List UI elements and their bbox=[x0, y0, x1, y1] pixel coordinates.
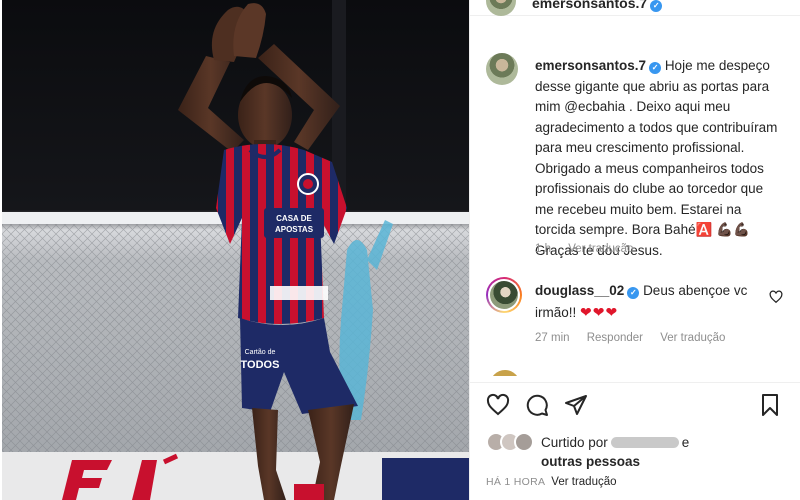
post-header: emersonsantos.7 ✓ bbox=[470, 0, 800, 16]
comment-hearts: ❤❤❤ bbox=[580, 303, 619, 320]
shorts-sponsor-line2: TODOS bbox=[241, 359, 280, 371]
shirt-sponsor-line1: CASA DE bbox=[276, 214, 312, 223]
football-player-image: CASA DE APOSTAS Cartão de TODOS bbox=[2, 0, 469, 500]
author-username[interactable]: emersonsantos.7 bbox=[532, 0, 647, 11]
verified-icon: ✓ bbox=[627, 287, 640, 299]
comment-avatar[interactable] bbox=[490, 281, 518, 309]
comment-username[interactable]: douglass__02 bbox=[535, 283, 624, 298]
verified-icon: ✓ bbox=[649, 62, 662, 74]
comment-body: douglass__02 ✓ Deus abençoe vc irmão!! ❤❤… bbox=[535, 281, 760, 323]
save-icon[interactable] bbox=[758, 393, 782, 417]
caption-username[interactable]: emersonsantos.7 bbox=[535, 58, 646, 73]
comment-time: 27 min bbox=[535, 332, 570, 344]
comment-translate-link[interactable]: Ver tradução bbox=[660, 332, 725, 344]
caption-avatar[interactable] bbox=[486, 53, 518, 85]
post-timestamp: HÁ 1 HORA bbox=[486, 476, 546, 488]
author-username-row[interactable]: emersonsantos.7 ✓ bbox=[532, 0, 663, 12]
caption-body: emersonsantos.7 ✓ Hoje me despeço desse g… bbox=[535, 56, 785, 261]
post-translate-link[interactable]: Ver tradução bbox=[551, 476, 616, 488]
next-comment-peek bbox=[490, 370, 790, 376]
liker-avatars[interactable] bbox=[486, 432, 538, 452]
likes-conjunction: e bbox=[681, 435, 690, 450]
likes-others-link[interactable]: outras pessoas bbox=[541, 454, 640, 469]
likes-text: Curtido por e outras pessoas bbox=[541, 433, 791, 471]
likes-summary: Curtido por e outras pessoas bbox=[486, 431, 796, 471]
post-photo[interactable]: CASA DE APOSTAS Cartão de TODOS bbox=[2, 0, 469, 500]
liker-name-blurred[interactable] bbox=[610, 437, 679, 448]
post-timestamp-row: HÁ 1 HORA Ver tradução bbox=[486, 476, 617, 488]
caption-time: 1 h bbox=[535, 243, 551, 255]
caption-translate-link[interactable]: Ver tradução bbox=[568, 243, 633, 255]
post-side-panel: emersonsantos.7 ✓ emersonsantos.7 ✓ Hoje m… bbox=[469, 0, 800, 500]
comment-reply-link[interactable]: Responder bbox=[587, 332, 643, 344]
author-avatar[interactable] bbox=[486, 0, 516, 16]
caption-text: Hoje me despeço desse gigante que abriu … bbox=[535, 58, 778, 258]
comment-meta: 27 min Responder Ver tradução bbox=[535, 332, 739, 344]
heart-icon[interactable] bbox=[486, 393, 510, 417]
verified-icon: ✓ bbox=[650, 0, 663, 12]
shirt-sponsor-line2: APOSTAS bbox=[275, 225, 314, 234]
comment-like-heart-icon[interactable] bbox=[769, 290, 783, 304]
share-icon[interactable] bbox=[564, 393, 588, 417]
comment-avatar-story-ring[interactable] bbox=[486, 277, 522, 313]
caption-meta: 1 h Ver tradução bbox=[535, 243, 647, 255]
shorts-sponsor-line1: Cartão de bbox=[245, 349, 276, 356]
comment-icon[interactable] bbox=[525, 393, 549, 417]
likes-prefix: Curtido por bbox=[541, 435, 608, 450]
post-actions: Curtido por e outras pessoas HÁ 1 HORA Ver… bbox=[470, 382, 800, 500]
